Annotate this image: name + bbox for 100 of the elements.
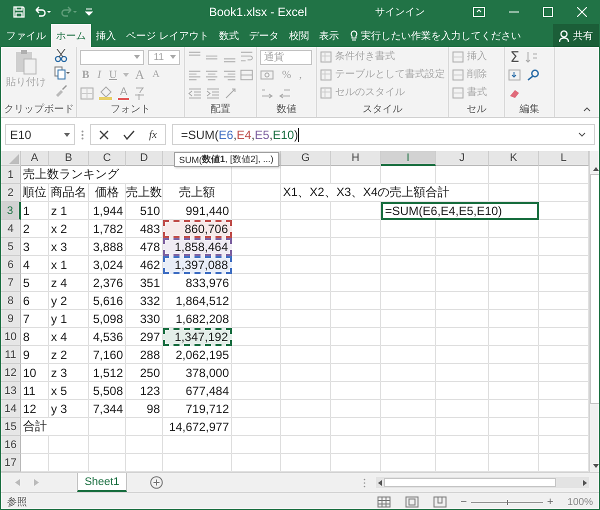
table-cell: 833,976 bbox=[163, 274, 232, 292]
ribbon-tab[interactable]: 表示 bbox=[314, 24, 344, 47]
table-cell: 売上数 bbox=[126, 184, 163, 202]
group-label: クリップボード bbox=[4, 103, 73, 117]
active-cell[interactable]: =SUM(E6,E4,E5,E10) bbox=[381, 202, 539, 220]
table-cell: 1,944 bbox=[89, 202, 126, 220]
column-header[interactable]: L bbox=[539, 151, 589, 166]
table-cell: 8 bbox=[21, 328, 49, 346]
table-cell: 98 bbox=[126, 400, 163, 418]
row-header[interactable]: 3 bbox=[1, 202, 21, 220]
row-header[interactable]: 17 bbox=[1, 454, 21, 472]
table-cell: 1,864,512 bbox=[163, 292, 232, 310]
column-header[interactable]: B bbox=[49, 151, 89, 166]
table-cell: X1、X2、X3、X4の売上額合計 bbox=[281, 184, 489, 202]
table-cell: 510 bbox=[126, 202, 163, 220]
row-header[interactable]: 6 bbox=[1, 256, 21, 274]
ribbon-tab[interactable]: 挿入 bbox=[91, 24, 121, 47]
table-cell: 378,000 bbox=[163, 364, 232, 382]
row-header[interactable]: 15 bbox=[1, 418, 21, 436]
table-cell: 332 bbox=[126, 292, 163, 310]
table-cell: 2 bbox=[21, 220, 49, 238]
table-cell: 1 bbox=[21, 202, 49, 220]
table-cell: 6 bbox=[21, 292, 49, 310]
column-header[interactable]: I bbox=[381, 151, 436, 166]
row-header[interactable]: 10 bbox=[1, 328, 21, 346]
column-header[interactable]: G bbox=[281, 151, 331, 166]
ribbon-tab[interactable]: 数式 bbox=[214, 24, 244, 47]
autosum-button[interactable]: Σ bbox=[508, 50, 522, 64]
table-cell: 11 bbox=[21, 382, 49, 400]
table-cell: 12 bbox=[21, 400, 49, 418]
row-header[interactable]: 1 bbox=[1, 166, 21, 184]
group-label: 数値 bbox=[276, 103, 298, 117]
table-cell: 3 bbox=[21, 238, 49, 256]
table-cell: 売上数ランキング bbox=[21, 166, 163, 184]
table-cell: x 5 bbox=[49, 382, 89, 400]
table-cell: z 1 bbox=[49, 202, 89, 220]
tell-me-field[interactable]: 実行したい作業を入力してください bbox=[360, 24, 521, 47]
table-cell: 1,858,464 bbox=[174, 240, 228, 254]
ribbon-tab[interactable]: データ bbox=[244, 24, 284, 47]
table-cell: y 3 bbox=[49, 400, 89, 418]
window-title: Book1.xlsx - Excel bbox=[208, 5, 307, 19]
table-cell: 351 bbox=[126, 274, 163, 292]
table-cell: 合計 bbox=[21, 418, 89, 436]
group-label: 編集 bbox=[518, 103, 540, 117]
row-header[interactable]: 2 bbox=[1, 184, 21, 202]
row-header[interactable]: 14 bbox=[1, 400, 21, 418]
function-tooltip: SUM(数値1, [数値2], ...) bbox=[174, 152, 279, 167]
table-cell: 2,062,195 bbox=[163, 346, 232, 364]
row-header[interactable]: 9 bbox=[1, 310, 21, 328]
column-header[interactable]: H bbox=[331, 151, 381, 166]
table-cell: 10 bbox=[21, 364, 49, 382]
zoom-out-button[interactable]: − bbox=[460, 496, 467, 508]
table-cell: 3,888 bbox=[89, 238, 126, 256]
row-header[interactable]: 12 bbox=[1, 364, 21, 382]
table-cell: 1,782 bbox=[89, 220, 126, 238]
sign-in-link[interactable]: サインイン bbox=[375, 5, 425, 19]
cell-text: =SUM(E6,E4,E5,E10) bbox=[385, 204, 502, 218]
row-header[interactable]: 7 bbox=[1, 274, 21, 292]
insert-function-button[interactable]: fx bbox=[149, 128, 157, 140]
row-header[interactable]: 11 bbox=[1, 346, 21, 364]
table-cell: 5,098 bbox=[89, 310, 126, 328]
column-header[interactable]: D bbox=[126, 151, 163, 166]
sheet-tab[interactable]: Sheet1 bbox=[77, 473, 127, 492]
table-cell: x 4 bbox=[49, 328, 89, 346]
row-header[interactable]: 8 bbox=[1, 292, 21, 310]
table-cell: 7,344 bbox=[89, 400, 126, 418]
table-cell: 250 bbox=[126, 364, 163, 382]
name-box[interactable]: E10 bbox=[5, 124, 75, 145]
column-header[interactable]: A bbox=[21, 151, 49, 166]
row-header[interactable]: 13 bbox=[1, 382, 21, 400]
table-cell: 順位 bbox=[21, 184, 49, 202]
group-label: セル bbox=[466, 103, 488, 117]
row-header[interactable]: 5 bbox=[1, 238, 21, 256]
row-header[interactable]: 4 bbox=[1, 220, 21, 238]
ribbon-tab[interactable]: ファイル bbox=[1, 24, 51, 47]
table-cell: x 1 bbox=[49, 256, 89, 274]
share-button[interactable]: 共有 bbox=[553, 24, 599, 47]
table-cell: 14,672,977 bbox=[163, 418, 232, 436]
status-mode: 参照 bbox=[7, 496, 27, 509]
table-cell: 価格 bbox=[89, 184, 126, 202]
ribbon-tab[interactable]: ホーム bbox=[51, 24, 91, 47]
table-cell: z 4 bbox=[49, 274, 89, 292]
group-label: 配置 bbox=[210, 103, 232, 117]
table-cell: x 2 bbox=[49, 220, 89, 238]
column-header[interactable]: J bbox=[436, 151, 489, 166]
ribbon-tab[interactable]: 校閲 bbox=[284, 24, 314, 47]
zoom-level[interactable]: 100% bbox=[567, 496, 593, 508]
zoom-in-button[interactable]: + bbox=[546, 496, 554, 508]
row-header[interactable]: 16 bbox=[1, 436, 21, 454]
formula-field[interactable]: =SUM(E6,E4,E5,E10) bbox=[172, 124, 595, 145]
table-cell: 7,160 bbox=[89, 346, 126, 364]
table-cell: 売上額 bbox=[163, 184, 232, 202]
table-cell: 5 bbox=[21, 274, 49, 292]
ribbon-tab[interactable]: ページ レイアウト bbox=[121, 24, 214, 47]
table-cell: y 2 bbox=[49, 292, 89, 310]
table-cell: 123 bbox=[126, 382, 163, 400]
column-header[interactable]: K bbox=[489, 151, 539, 166]
table-cell: 1,512 bbox=[89, 364, 126, 382]
column-header[interactable]: C bbox=[89, 151, 126, 166]
group-label: フォント bbox=[110, 103, 152, 117]
